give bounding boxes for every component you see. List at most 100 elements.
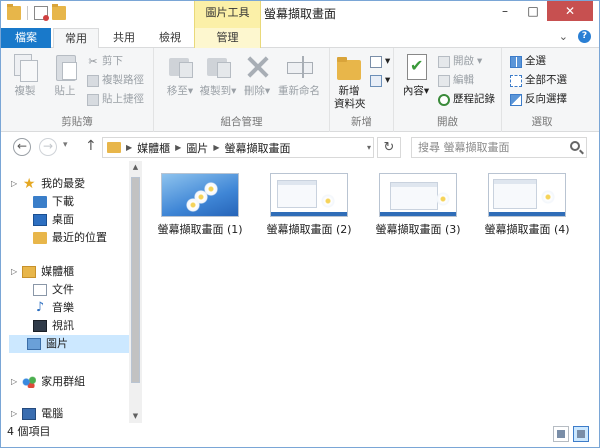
nav-pane-scrollbar[interactable]: ▲ ▼ [129, 161, 142, 423]
nav-recent-places[interactable]: 最近的位置 [33, 229, 107, 247]
rename-label: 重新命名 [278, 85, 320, 97]
chevron-down-icon: ▾ [477, 55, 483, 67]
file-name: 螢幕擷取畫面 (1) [157, 223, 243, 236]
cut-button[interactable]: ✂ 剪下 [87, 53, 123, 70]
copy-path-button[interactable]: 複製路徑 [87, 72, 144, 89]
file-item[interactable]: 螢幕擷取畫面 (1) [152, 173, 248, 237]
scroll-down-arrow[interactable]: ▼ [129, 410, 142, 423]
folder-icon[interactable] [7, 4, 21, 20]
nav-pictures[interactable]: 圖片 [9, 335, 129, 353]
back-button[interactable]: ← [13, 138, 31, 156]
breadcrumb-pictures[interactable]: 圖片 [186, 140, 208, 156]
minimize-button[interactable]: – [491, 1, 519, 21]
up-button[interactable]: ↑ [85, 138, 97, 154]
nav-videos[interactable]: 視訊 [33, 317, 74, 335]
nav-favorites[interactable]: ▷ ★ 我的最愛 [11, 175, 85, 193]
copy-path-icon [87, 74, 99, 87]
paste-button[interactable]: 貼上 [49, 52, 81, 98]
new-folder-button[interactable]: 新增 資料夾 [334, 52, 366, 111]
nav-homegroup[interactable]: ▷ 家用群組 [11, 373, 85, 391]
breadcrumb-screenshots[interactable]: 螢幕擷取畫面 [224, 140, 290, 156]
history-button[interactable]: 歷程記錄 [438, 91, 495, 108]
select-none-button[interactable]: 全部不選 [510, 72, 567, 89]
folder-icon [107, 142, 121, 153]
scrollbar-thumb[interactable] [131, 177, 140, 383]
nav-computer[interactable]: ▷ 電腦 [11, 405, 63, 423]
maximize-button[interactable]: □ [519, 1, 547, 21]
taskbar-graphic [271, 212, 347, 216]
window-graphic [277, 180, 317, 208]
expand-icon[interactable]: ▷ [11, 175, 17, 193]
new-folder-icon[interactable] [52, 4, 66, 20]
tab-file[interactable]: 檔案 [1, 28, 51, 48]
select-all-button[interactable]: 全選 [510, 53, 546, 70]
chevron-right-icon[interactable]: ▶ [126, 143, 132, 152]
recent-locations-dropdown[interactable]: ▾ [63, 140, 68, 150]
scissors-icon: ✂ [88, 54, 98, 68]
help-icon[interactable]: ? [578, 30, 591, 43]
move-to-button[interactable]: 移至▾ [162, 52, 198, 98]
nav-downloads-label: 下載 [52, 195, 74, 208]
expand-icon[interactable]: ▷ [11, 263, 17, 281]
chevron-right-icon[interactable]: ▶ [213, 143, 219, 152]
paste-shortcut-button[interactable]: 貼上捷徑 [87, 91, 144, 108]
nav-documents[interactable]: 文件 [33, 281, 74, 299]
chevron-right-icon[interactable]: ▶ [175, 143, 181, 152]
copy-to-icon [204, 52, 232, 82]
new-item-button[interactable]: ▾ [370, 53, 390, 70]
properties-icon[interactable] [34, 6, 49, 21]
close-button[interactable]: ✕ [547, 1, 593, 21]
breadcrumb-libraries[interactable]: 媒體櫃 [137, 140, 170, 156]
paste-shortcut-icon [87, 93, 99, 106]
group-organize: 移至▾ 複製到▾ 刪除▾ 重新命名 組合管理 [154, 48, 330, 132]
nav-desktop[interactable]: 桌面 [33, 211, 74, 229]
nav-computer-label: 電腦 [41, 407, 64, 420]
file-item[interactable]: 螢幕擷取畫面 (2) [261, 173, 357, 237]
refresh-button[interactable]: ↻ [377, 137, 401, 158]
easy-access-button[interactable]: ▾ [370, 72, 390, 89]
file-item[interactable]: 螢幕擷取畫面 (4) [479, 173, 575, 237]
homegroup-icon [22, 376, 37, 388]
nav-favorites-label: 我的最愛 [41, 177, 86, 190]
invert-selection-label: 反向選擇 [525, 93, 567, 105]
delete-button[interactable]: 刪除▾ [242, 52, 272, 98]
rename-button[interactable]: 重新命名 [274, 52, 324, 98]
paste-label: 貼上 [54, 85, 76, 97]
nav-downloads[interactable]: 下載 [33, 193, 74, 211]
expand-icon[interactable]: ▷ [11, 405, 17, 423]
chevron-down-icon[interactable]: ⌄ [559, 30, 568, 43]
paste-icon [51, 52, 79, 82]
search-input[interactable]: 搜尋 螢幕擷取畫面 [411, 137, 587, 158]
tab-manage[interactable]: 管理 [194, 28, 261, 48]
address-box[interactable]: ▶ 媒體櫃 ▶ 圖片 ▶ 螢幕擷取畫面 [102, 137, 374, 158]
details-view-button[interactable] [553, 426, 569, 442]
tab-home[interactable]: 常用 [53, 28, 99, 49]
edit-button[interactable]: 編輯 [438, 72, 474, 89]
customize-toolbar-icon[interactable] [70, 6, 84, 20]
copy-to-button[interactable]: 複製到▾ [198, 52, 238, 98]
tab-view[interactable]: 檢視 [147, 28, 193, 48]
search-icon[interactable] [570, 141, 580, 151]
file-name: 螢幕擷取畫面 (2) [266, 223, 352, 236]
videos-icon [33, 320, 47, 332]
tab-share[interactable]: 共用 [101, 28, 147, 48]
large-icons-view-button[interactable] [573, 426, 589, 442]
expand-icon[interactable]: ▷ [11, 373, 17, 391]
address-dropdown[interactable]: ▾ [362, 137, 376, 158]
scroll-up-arrow[interactable]: ▲ [129, 161, 142, 174]
copy-to-label: 複製到 [199, 85, 232, 97]
open-button[interactable]: 開啟 ▾ [438, 53, 482, 70]
file-name: 螢幕擷取畫面 (3) [375, 223, 461, 236]
edit-icon [438, 74, 450, 87]
forward-button[interactable]: → [39, 138, 57, 156]
nav-music[interactable]: ♪ 音樂 [33, 299, 74, 317]
copy-button[interactable]: 複製 [9, 52, 41, 98]
window-controls: – □ ✕ [491, 1, 593, 21]
paste-shortcut-label: 貼上捷徑 [102, 93, 144, 105]
file-item[interactable]: 螢幕擷取畫面 (3) [370, 173, 466, 237]
invert-selection-button[interactable]: 反向選擇 [510, 91, 567, 108]
properties-button[interactable]: 內容▾ [400, 52, 432, 98]
rename-icon [285, 52, 313, 82]
file-list: 螢幕擷取畫面 (1) 螢幕擷取畫面 (2) 螢幕擷取畫面 (3) 螢幕擷取畫面 … [144, 161, 599, 423]
nav-libraries[interactable]: ▷ 媒體櫃 [11, 263, 74, 281]
